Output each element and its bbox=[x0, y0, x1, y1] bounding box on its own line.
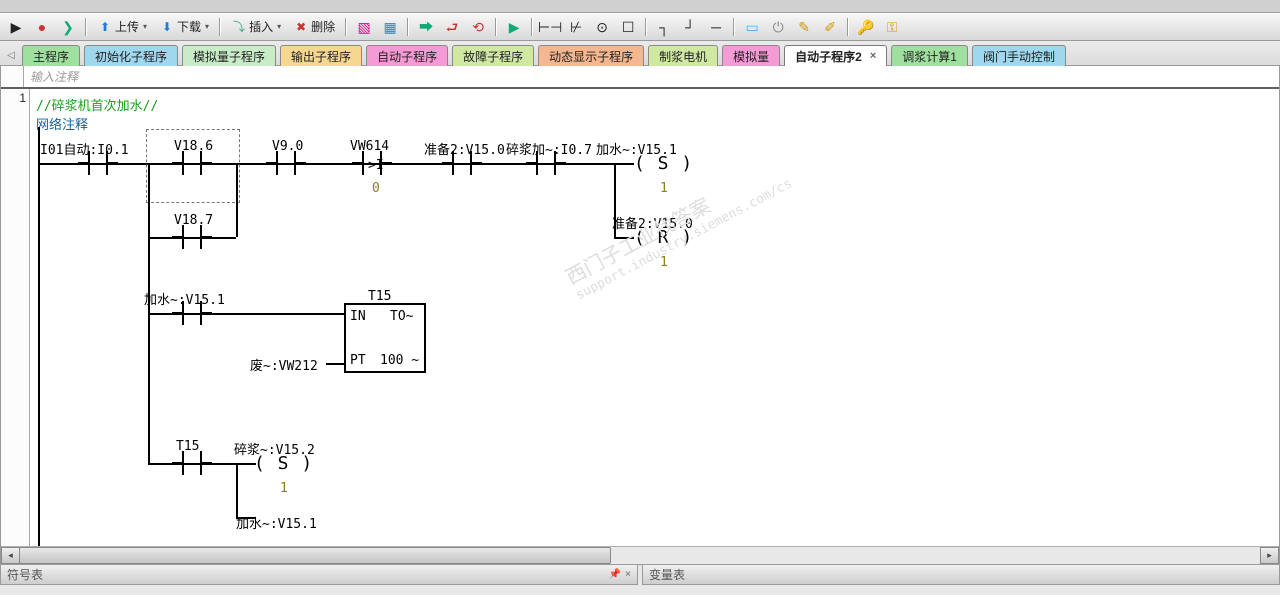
bottom-tab-symboltable[interactable]: 符号表 📌 × bbox=[0, 565, 638, 585]
label-c13: 加水~:V15.1 bbox=[236, 513, 317, 532]
program-tab-strip: ◁ 主程序 初始化子程序 模拟量子程序 输出子程序 自动子程序 故障子程序 动态显示子程序 制… bbox=[0, 41, 1280, 66]
close-icon[interactable]: × bbox=[625, 569, 631, 580]
bottom-panel-tabs: 符号表 📌 × 变量表 bbox=[0, 564, 1280, 585]
param-r1: 1 bbox=[660, 255, 668, 270]
program-tab-label: 模拟量 bbox=[733, 48, 769, 65]
tool-icon-4[interactable]: ⮐ bbox=[440, 16, 464, 38]
tool-icon-edit2[interactable]: ✐ bbox=[818, 16, 842, 38]
pin-icon[interactable]: 📌 bbox=[609, 569, 621, 580]
tool-icon-key[interactable]: 🔑 bbox=[854, 16, 878, 38]
program-tab-label: 初始化子程序 bbox=[95, 48, 167, 65]
program-tab-11[interactable]: 阀门手动控制 bbox=[972, 45, 1066, 66]
program-tab-4[interactable]: 自动子程序 bbox=[366, 45, 448, 66]
download-button[interactable]: ⬇下载 bbox=[154, 16, 214, 38]
program-tab-0[interactable]: 主程序 bbox=[22, 45, 80, 66]
network-title: //碎浆机首次加水// bbox=[36, 95, 1279, 114]
contact-c2[interactable] bbox=[172, 151, 212, 175]
compare-op: >I bbox=[368, 158, 384, 173]
program-tab-label: 阀门手动控制 bbox=[983, 48, 1055, 65]
label-ptsrc: 废~:VW212 bbox=[250, 355, 318, 374]
program-tab-label: 调浆计算1 bbox=[902, 48, 957, 65]
upload-button[interactable]: ⬆上传 bbox=[92, 16, 152, 38]
param-s1: 1 bbox=[660, 181, 668, 196]
contact-c10[interactable] bbox=[172, 301, 212, 325]
contact-c5[interactable] bbox=[442, 151, 482, 175]
label-t15: T15 bbox=[368, 289, 391, 304]
tool-icon-5[interactable]: ⟲ bbox=[466, 16, 490, 38]
program-tab-5[interactable]: 故障子程序 bbox=[452, 45, 534, 66]
tool-icon-1[interactable]: ▧ bbox=[352, 16, 376, 38]
coil-s2[interactable]: ( S ) bbox=[254, 453, 313, 474]
tool-icon-window[interactable]: ▭ bbox=[740, 16, 764, 38]
tool-icon-2[interactable]: ▦ bbox=[378, 16, 402, 38]
scroll-left-icon[interactable]: ◂ bbox=[1, 547, 20, 564]
program-tab-label: 动态显示子程序 bbox=[549, 48, 633, 65]
program-tab-label: 自动子程序 bbox=[377, 48, 437, 65]
coil-s1[interactable]: ( S ) bbox=[634, 153, 693, 174]
lad-wire-icon[interactable]: ─ bbox=[704, 16, 728, 38]
bottom-tab-vartable[interactable]: 变量表 bbox=[642, 565, 1280, 585]
program-tab-label: 模拟量子程序 bbox=[193, 48, 265, 65]
tool-icon-toggle[interactable]: ⏻ bbox=[766, 16, 790, 38]
compare-val: 0 bbox=[372, 181, 380, 196]
program-tab-7[interactable]: 制浆电机 bbox=[648, 45, 718, 66]
contact-c11[interactable] bbox=[172, 451, 212, 475]
scroll-right-icon[interactable]: ▸ bbox=[1260, 547, 1279, 564]
lad-box-icon[interactable]: ☐ bbox=[616, 16, 640, 38]
tool-icon-lock[interactable]: ⚿ bbox=[880, 16, 904, 38]
timer-pt: PT bbox=[350, 353, 366, 368]
ladder-canvas[interactable]: //碎浆机首次加水// 网络注释 I01自动:I0.1 V18.6 V9.0 bbox=[30, 89, 1279, 546]
compile-icon[interactable]: ❯ bbox=[56, 16, 80, 38]
bottom-tab-right-label: 变量表 bbox=[649, 566, 685, 583]
ladder-editor: 输入注释 1 //碎浆机首次加水// 网络注释 I01自动:I0.1 V18.6 bbox=[0, 66, 1280, 564]
program-tab-8[interactable]: 模拟量 bbox=[722, 45, 780, 66]
program-tab-label: 制浆电机 bbox=[659, 48, 707, 65]
insert-label: 插入 bbox=[249, 21, 273, 33]
stop-icon[interactable]: ● bbox=[30, 16, 54, 38]
coil-r1[interactable]: ( R ) bbox=[634, 227, 693, 248]
tool-icon-3[interactable]: ⮕ bbox=[414, 16, 438, 38]
contact-c1[interactable] bbox=[78, 151, 118, 175]
tool-icon-6[interactable]: ▶ bbox=[502, 16, 526, 38]
timer-ptv: 100 ~ bbox=[380, 353, 419, 368]
program-tab-6[interactable]: 动态显示子程序 bbox=[538, 45, 644, 66]
network-comment-input[interactable]: 输入注释 bbox=[24, 66, 1279, 87]
lad-coil-icon[interactable]: ⊙ bbox=[590, 16, 614, 38]
program-tab-10[interactable]: 调浆计算1 bbox=[891, 45, 968, 66]
program-tab-9[interactable]: 自动子程序2 × bbox=[784, 45, 887, 66]
lad-branch-down-icon[interactable]: ┐ bbox=[652, 16, 676, 38]
bottom-tab-left-label: 符号表 bbox=[7, 566, 43, 583]
program-tab-2[interactable]: 模拟量子程序 bbox=[182, 45, 276, 66]
contact-c3[interactable] bbox=[266, 151, 306, 175]
tab-scroll-left-icon[interactable]: ◁ bbox=[4, 45, 18, 65]
horizontal-scrollbar[interactable]: ◂ ▸ bbox=[1, 546, 1279, 564]
lad-contact-no-icon[interactable]: ⊢⊣ bbox=[538, 16, 562, 38]
insert-button[interactable]: ⤵插入 bbox=[226, 16, 286, 38]
timer-in: IN bbox=[350, 309, 366, 324]
contact-c6[interactable] bbox=[526, 151, 566, 175]
run-icon[interactable]: ▶ bbox=[4, 16, 28, 38]
download-label: 下载 bbox=[177, 21, 201, 33]
tab-close-icon[interactable]: × bbox=[870, 50, 876, 62]
program-tab-label: 自动子程序2 bbox=[795, 48, 862, 65]
upload-label: 上传 bbox=[115, 21, 139, 33]
timer-to: TO~ bbox=[390, 309, 413, 324]
lad-contact-nc-icon[interactable]: ⊬ bbox=[564, 16, 588, 38]
contact-c9[interactable] bbox=[172, 225, 212, 249]
network-number: 1 bbox=[1, 89, 30, 546]
program-tab-label: 故障子程序 bbox=[463, 48, 523, 65]
main-toolbar: ▶ ● ❯ ⬆上传 ⬇下载 ⤵插入 ✖删除 ▧ ▦ ⮕ ⮐ ⟲ ▶ ⊢⊣ ⊬ ⊙… bbox=[0, 13, 1280, 41]
tool-icon-edit1[interactable]: ✎ bbox=[792, 16, 816, 38]
gutter-header bbox=[1, 66, 24, 87]
program-tab-label: 输出子程序 bbox=[291, 48, 351, 65]
delete-label: 删除 bbox=[311, 21, 335, 33]
program-tab-1[interactable]: 初始化子程序 bbox=[84, 45, 178, 66]
delete-button[interactable]: ✖删除 bbox=[288, 16, 340, 38]
program-tab-3[interactable]: 输出子程序 bbox=[280, 45, 362, 66]
program-tab-label: 主程序 bbox=[33, 48, 69, 65]
param-s2: 1 bbox=[280, 481, 288, 496]
lad-branch-up-icon[interactable]: ┘ bbox=[678, 16, 702, 38]
scroll-thumb[interactable] bbox=[19, 547, 611, 564]
